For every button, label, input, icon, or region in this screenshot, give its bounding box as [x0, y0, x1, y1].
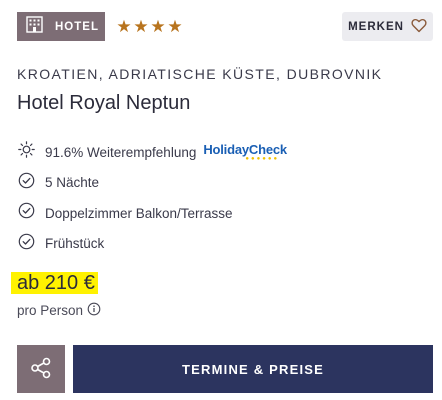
hotel-badge: HOTEL: [17, 12, 105, 41]
merken-button[interactable]: MERKEN: [342, 12, 433, 41]
price: ab 210 €: [17, 272, 95, 294]
sun-icon: [18, 141, 35, 163]
recommendation-label: 91.6% Weiterempfehlung: [45, 144, 197, 160]
merken-label: MERKEN: [348, 20, 404, 33]
room-label: Doppelzimmer Balkon/Terrasse: [45, 205, 233, 221]
feature-room: Doppelzimmer Balkon/Terrasse: [18, 198, 287, 229]
feature-list: 91.6% Weiterempfehlung HolidayCheck ●●●●…: [18, 137, 287, 259]
star-icon: ★: [133, 17, 149, 36]
cta-label: TERMINE & PREISE: [182, 361, 324, 377]
feature-board: Frühstück: [18, 229, 287, 260]
share-button[interactable]: [17, 345, 65, 393]
badge-label: HOTEL: [55, 20, 99, 33]
per-person-label: pro Person: [17, 303, 84, 318]
check-circle-icon: [18, 233, 35, 255]
heart-outline-icon: [411, 18, 427, 36]
feature-recommendation: 91.6% Weiterempfehlung HolidayCheck ●●●●…: [18, 137, 287, 168]
feature-nights: 5 Nächte: [18, 168, 287, 199]
price-highlight: ab 210 €: [11, 272, 98, 294]
nights-label: 5 Nächte: [45, 175, 100, 191]
price-block: ab 210 €: [11, 272, 98, 294]
star-rating: ★ ★ ★ ★: [116, 17, 183, 36]
hotel-building-icon: [26, 15, 43, 38]
star-icon: ★: [150, 17, 166, 36]
info-icon[interactable]: [87, 302, 101, 319]
per-person: pro Person: [17, 302, 101, 319]
hotel-name[interactable]: Hotel Royal Neptun: [17, 92, 190, 115]
card-header: HOTEL ★ ★ ★ ★ MERKEN: [17, 12, 433, 42]
share-icon: [30, 357, 52, 382]
star-icon: ★: [116, 17, 132, 36]
location-breadcrumb: KROATIEN, ADRIATISCHE KÜSTE, DUBROVNIK: [17, 66, 383, 82]
check-circle-icon: [18, 172, 35, 194]
check-circle-icon: [18, 202, 35, 224]
termine-preise-button[interactable]: TERMINE & PREISE: [73, 345, 433, 393]
star-icon: ★: [167, 17, 183, 36]
board-label: Frühstück: [45, 236, 105, 252]
holidaycheck-rating-dots: ●●●●●●: [245, 156, 280, 163]
holidaycheck-logo[interactable]: HolidayCheck ●●●●●●: [203, 141, 287, 163]
